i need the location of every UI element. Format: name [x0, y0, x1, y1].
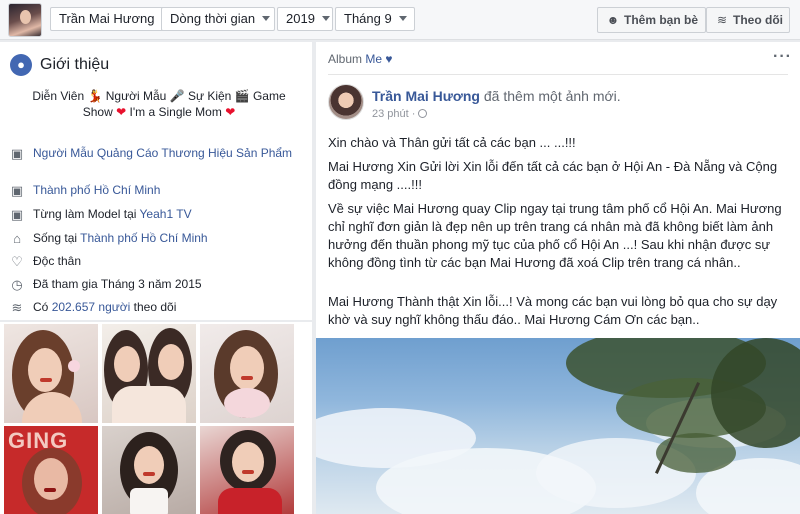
add-friend-button[interactable]: ☻ Thêm bạn bè [597, 7, 706, 33]
followers-link[interactable]: 202.657 người [52, 300, 131, 314]
chevron-down-icon [321, 16, 330, 21]
month-dropdown[interactable]: Tháng 9 [335, 7, 415, 31]
post-card: Album Me ♥ ··· Trần Mai Hương đã thêm mộ… [316, 42, 800, 514]
home-icon: ⌂ [13, 231, 21, 246]
author-name-link[interactable]: Trần Mai Hương [372, 88, 480, 104]
photo-thumb-2[interactable] [102, 324, 196, 423]
chevron-down-icon [398, 16, 407, 21]
divider [328, 74, 788, 75]
intro-card: ● Giới thiệu Diễn Viên 💃 Người Mẫu 🎤 Sự … [0, 42, 312, 320]
year-dropdown[interactable]: 2019 [277, 7, 333, 31]
blue-heart-icon: ♥ [385, 52, 393, 66]
briefcase-icon: ▣ [10, 183, 24, 198]
work-item-1: ▣ Người Mẫu Quảng Cáo Thương Hiệu Sản Ph… [8, 146, 308, 161]
album-label: Album Me ♥ [328, 52, 393, 66]
bio-text: Diễn Viên 💃 Người Mẫu 🎤 Sự Kiện 🎬 Game S… [14, 88, 304, 120]
heart-outline-icon: ♡ [11, 254, 23, 269]
intro-title: Giới thiệu [40, 56, 110, 73]
post-photo[interactable] [316, 338, 800, 514]
post-action-text: đã thêm một ảnh mới. [483, 88, 621, 104]
photo-thumb-6[interactable] [200, 426, 294, 514]
profile-name-breadcrumb[interactable]: Trần Mai Hương [50, 7, 164, 31]
photo-thumb-4[interactable]: GING [4, 426, 98, 514]
rss-icon: ≋ [11, 300, 23, 315]
clock-icon: ◷ [11, 277, 23, 292]
person-plus-icon: ☻ [606, 13, 620, 27]
year-label: 2019 [286, 11, 315, 26]
photo-thumb-1[interactable] [4, 324, 98, 423]
post-header: Trần Mai Hương đã thêm một ảnh mới. [372, 88, 621, 104]
lives-in-link[interactable]: Thành phố Hồ Chí Minh [80, 231, 207, 245]
post-paragraph-4: Mai Hương Thành thật Xin lỗi...! Và mong… [328, 294, 778, 327]
briefcase-icon: ▣ [10, 207, 24, 222]
rss-icon: ≋ [716, 13, 728, 27]
globe-icon: ● [10, 54, 32, 76]
public-globe-icon [418, 109, 428, 118]
followers-item: ≋ Có 202.657 người theo dõi [8, 300, 308, 315]
briefcase-icon: ▣ [10, 146, 24, 161]
relationship-item: ♡ Độc thân [8, 254, 308, 269]
post-timestamp[interactable]: 23 phút · [372, 108, 428, 120]
photo-thumb-3[interactable] [200, 324, 294, 423]
work-item-2: ▣ Thành phố Hồ Chí Minh [8, 183, 308, 198]
more-options-icon[interactable]: ··· [773, 48, 792, 66]
timeline-dropdown[interactable]: Dòng thời gian [161, 7, 275, 31]
add-friend-label: Thêm bạn bè [624, 13, 699, 27]
work-link-3[interactable]: Yeah1 TV [140, 207, 192, 221]
joined-item: ◷ Đã tham gia Tháng 3 năm 2015 [8, 277, 308, 292]
follow-button[interactable]: ≋ Theo dõi [706, 7, 790, 33]
bio-line-2: Show ❤ I'm a Single Mom ❤ [82, 105, 236, 119]
album-owner-link[interactable]: Me [365, 52, 382, 66]
timeline-label: Dòng thời gian [170, 11, 256, 26]
lives-in-item: ⌂ Sống tại Thành phố Hồ Chí Minh [8, 231, 308, 246]
work-link-2[interactable]: Thành phố Hồ Chí Minh [33, 183, 160, 197]
author-avatar[interactable] [328, 84, 364, 120]
chevron-down-icon [262, 16, 271, 21]
work-link-1[interactable]: Người Mẫu Quảng Cáo Thương Hiệu Sản Phẩm [33, 146, 292, 160]
photo-thumb-5[interactable] [102, 426, 196, 514]
photo-grid: GING [0, 322, 312, 514]
post-paragraph-2: Mai Hương Xin Gửi lời Xin lỗi đến tất cả… [328, 159, 778, 192]
red-heart-icon: ❤ [225, 105, 236, 119]
follow-label: Theo dõi [733, 13, 783, 27]
bio-line-1: Diễn Viên 💃 Người Mẫu 🎤 Sự Kiện 🎬 Game [32, 89, 286, 103]
post-paragraph-1: Xin chào và Thân gửi tất cả các bạn ... … [328, 135, 576, 150]
red-heart-icon: ❤ [116, 105, 127, 119]
month-label: Tháng 9 [344, 11, 392, 26]
work-item-3: ▣ Từng làm Model tại Yeah1 TV [8, 207, 308, 222]
profile-avatar-thumbnail[interactable] [8, 3, 42, 37]
profile-nav-bar: Trần Mai Hương Dòng thời gian 2019 Tháng… [0, 0, 800, 40]
post-paragraph-3: Về sự việc Mai Hương quay Clip ngay tại … [328, 201, 782, 270]
